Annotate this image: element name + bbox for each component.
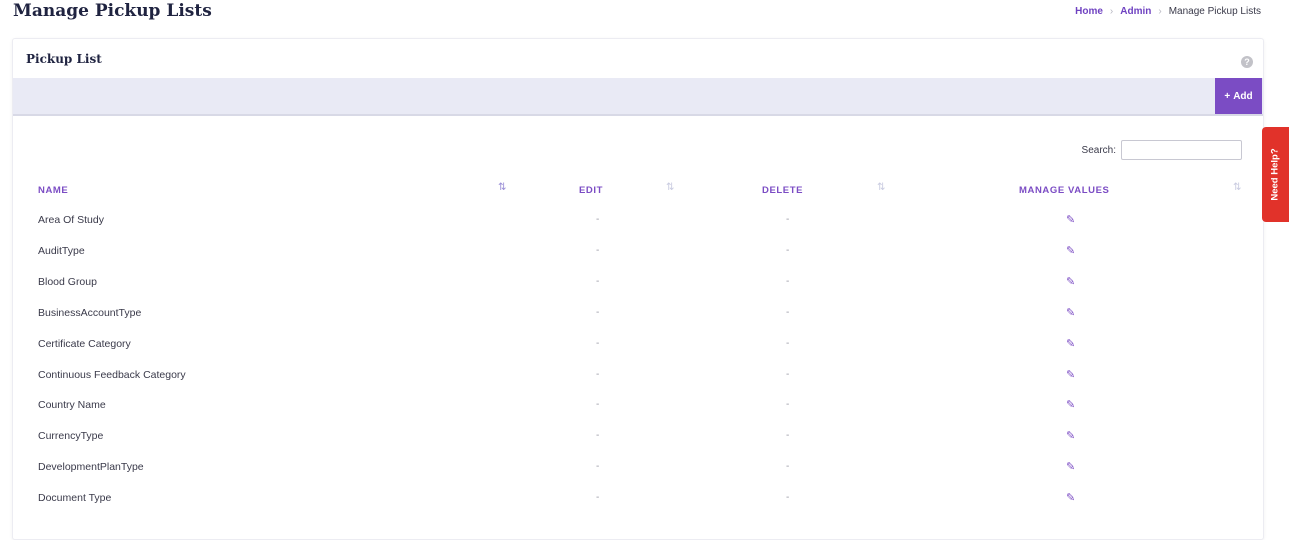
breadcrumb-home-link[interactable]: Home <box>1075 6 1103 17</box>
table-row: Area Of Study - - ✎ <box>13 214 1263 245</box>
row-edit-placeholder: - <box>596 492 600 504</box>
row-edit-placeholder: - <box>596 214 600 225</box>
column-header-edit[interactable]: EDIT <box>579 185 603 196</box>
row-edit-placeholder: - <box>596 430 600 442</box>
row-delete-placeholder: - <box>786 214 790 225</box>
row-name: Area Of Study <box>38 214 104 226</box>
question-circle-icon[interactable]: ? <box>1241 56 1253 68</box>
row-name: AuditType <box>38 244 85 257</box>
row-name: CurrencyType <box>38 430 104 443</box>
table-row: Continuous Feedback Category - - ✎ <box>13 369 1263 400</box>
breadcrumb-current: Manage Pickup Lists <box>1168 6 1261 17</box>
row-name: Certificate Category <box>38 337 131 350</box>
table-row: Certificate Category - - ✎ <box>13 338 1263 369</box>
table-row: Country Name - - ✎ <box>13 399 1263 430</box>
search-input[interactable] <box>1121 140 1242 160</box>
row-delete-placeholder: - <box>786 492 790 504</box>
row-name: BusinessAccountType <box>38 306 142 319</box>
row-delete-placeholder: - <box>786 244 790 256</box>
row-delete-placeholder: - <box>786 368 790 380</box>
row-name: Document Type <box>38 492 112 505</box>
search-label: Search: <box>1081 144 1116 156</box>
row-edit-placeholder: - <box>596 275 600 287</box>
row-edit-placeholder: - <box>596 368 600 380</box>
sort-icon[interactable]: ⇅ <box>498 182 506 193</box>
pencil-icon[interactable]: ✎ <box>1066 429 1075 442</box>
pencil-icon[interactable]: ✎ <box>1066 213 1075 226</box>
pencil-icon[interactable]: ✎ <box>1066 275 1075 288</box>
page-title: Manage Pickup Lists <box>13 1 212 21</box>
row-delete-placeholder: - <box>786 399 790 411</box>
row-delete-placeholder: - <box>786 461 790 473</box>
breadcrumb-admin-link[interactable]: Admin <box>1120 6 1151 17</box>
plus-icon: + <box>1224 90 1231 102</box>
pencil-icon[interactable]: ✎ <box>1066 460 1075 473</box>
sort-icon[interactable]: ⇅ <box>1233 182 1241 193</box>
search-group: Search: <box>1082 140 1242 160</box>
column-header-name[interactable]: NAME <box>38 185 68 196</box>
row-delete-placeholder: - <box>786 430 790 442</box>
row-delete-placeholder: - <box>786 337 790 349</box>
table-row: DevelopmentPlanType - - ✎ <box>13 461 1263 492</box>
column-header-manage-values[interactable]: MANAGE VALUES <box>1019 185 1110 196</box>
add-button[interactable]: + Add <box>1215 78 1262 114</box>
table-row: Document Type - - ✎ <box>13 492 1263 523</box>
row-name: DevelopmentPlanType <box>38 461 144 474</box>
pencil-icon[interactable]: ✎ <box>1066 491 1075 504</box>
pencil-icon[interactable]: ✎ <box>1066 306 1075 319</box>
pencil-icon[interactable]: ✎ <box>1066 398 1075 411</box>
column-header-delete[interactable]: DELETE <box>762 185 803 196</box>
row-name: Blood Group <box>38 275 97 288</box>
pencil-icon[interactable]: ✎ <box>1066 368 1075 381</box>
sort-icon[interactable]: ⇅ <box>877 182 885 193</box>
card-title: Pickup List <box>26 52 102 66</box>
row-name: Country Name <box>38 399 106 412</box>
need-help-tab[interactable]: Need Help? <box>1262 127 1289 222</box>
pickup-list-card: Pickup List ? + Add Search: NAME ⇅ EDIT ⇅ DE… <box>12 38 1264 540</box>
pencil-icon[interactable]: ✎ <box>1066 244 1075 257</box>
table-row: AuditType - - ✎ <box>13 245 1263 276</box>
table-row: CurrencyType - - ✎ <box>13 430 1263 461</box>
row-edit-placeholder: - <box>596 244 600 256</box>
breadcrumb: Home › Admin › Manage Pickup Lists <box>1075 6 1261 17</box>
table-row: Blood Group - - ✎ <box>13 276 1263 307</box>
breadcrumb-separator-icon: › <box>1158 6 1162 17</box>
pencil-icon[interactable]: ✎ <box>1066 337 1075 350</box>
card-toolbar: + Add <box>13 78 1263 116</box>
row-name: Continuous Feedback Category <box>38 368 186 381</box>
table-row: BusinessAccountType - - ✎ <box>13 307 1263 338</box>
row-edit-placeholder: - <box>596 306 600 318</box>
row-delete-placeholder: - <box>786 306 790 318</box>
row-delete-placeholder: - <box>786 275 790 287</box>
need-help-label: Need Help? <box>1270 148 1282 201</box>
breadcrumb-separator-icon: › <box>1109 6 1114 17</box>
row-edit-placeholder: - <box>596 399 600 411</box>
sort-icon[interactable]: ⇅ <box>666 182 674 193</box>
row-edit-placeholder: - <box>596 337 600 349</box>
row-edit-placeholder: - <box>596 461 600 473</box>
add-button-label: Add <box>1233 90 1253 102</box>
